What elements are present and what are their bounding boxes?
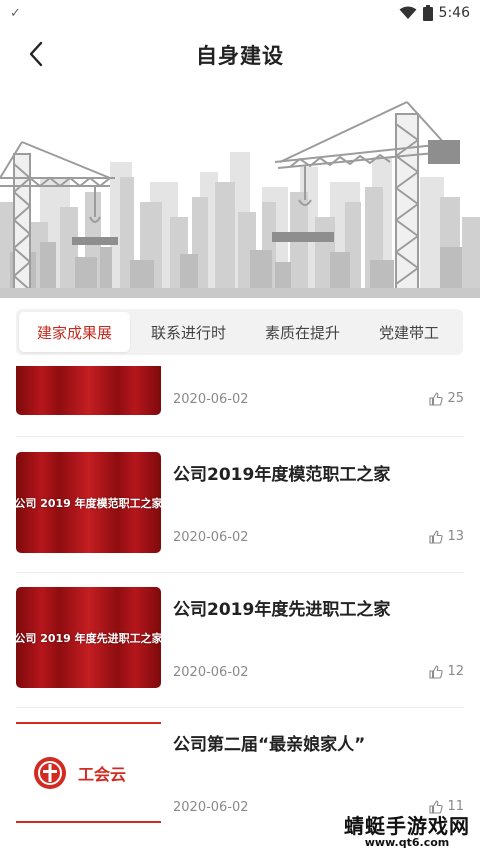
list-item[interactable]: 2020-06-02 25: [16, 366, 464, 417]
construction-skyline-image: [0, 82, 480, 299]
thumbs-up-icon: [429, 664, 444, 679]
list-item[interactable]: 公司 2019 年度模范职工之家 公司2019年度模范职工之家 2020-06-…: [16, 452, 464, 555]
tab-achievements[interactable]: 建家成果展: [19, 312, 131, 352]
article-thumbnail: [16, 366, 161, 415]
like-count[interactable]: 11: [429, 799, 464, 814]
like-count-value: 11: [447, 799, 464, 814]
battery-icon: [422, 5, 433, 21]
article-thumbnail: 公司 2019 年度模范职工之家: [16, 452, 161, 553]
thumbs-up-icon: [429, 529, 444, 544]
banner-illustration: [0, 82, 480, 299]
watermark-title: 蜻蜓手游戏网: [344, 814, 470, 839]
tab-party-building[interactable]: 党建带工: [361, 312, 457, 352]
thumbnail-text: 公司 2019 年度模范职工之家: [16, 496, 161, 510]
check-icon: ✓: [10, 5, 21, 21]
article-date: 2020-06-02: [173, 530, 249, 545]
watermark: 蜻蜓手游戏网 www.qt6.com: [344, 816, 470, 849]
like-count[interactable]: 12: [429, 664, 464, 679]
tab-contact[interactable]: 联系进行时: [133, 312, 244, 352]
article-date: 2020-06-02: [173, 392, 249, 407]
thumbs-up-icon: [429, 799, 444, 814]
list-item[interactable]: 公司 2019 年度先进职工之家 公司2019年度先进职工之家 2020-06-…: [16, 587, 464, 690]
thumbnail-text: 公司 2019 年度先进职工之家: [16, 631, 161, 645]
like-count-value: 12: [447, 664, 464, 679]
wifi-icon: [399, 6, 417, 19]
like-count[interactable]: 25: [429, 391, 464, 406]
category-tabs: 建家成果展 联系进行时 素质在提升 党建带工: [16, 309, 463, 355]
article-date: 2020-06-02: [173, 665, 249, 680]
article-list: 2020-06-02 25 公司 2019 年度模范职工之家 公司2019年度模…: [0, 366, 480, 853]
article-title: 公司2019年度先进职工之家: [173, 600, 391, 620]
thumbnail-text: 工会云: [78, 764, 127, 784]
article-title: 公司2019年度模范职工之家: [173, 465, 391, 485]
article-thumbnail: 工会云: [16, 722, 161, 823]
union-logo-icon: [34, 756, 66, 789]
status-bar: ✓ 5:46: [0, 0, 480, 26]
divider: [16, 572, 464, 573]
like-count-value: 13: [447, 529, 464, 544]
header: 自身建设: [0, 26, 480, 82]
thumbs-up-icon: [429, 391, 444, 406]
like-count[interactable]: 13: [429, 529, 464, 544]
article-thumbnail: 公司 2019 年度先进职工之家: [16, 587, 161, 688]
page-title: 自身建设: [196, 44, 284, 68]
watermark-url: www.qt6.com: [364, 836, 450, 850]
tab-quality[interactable]: 素质在提升: [247, 312, 358, 352]
list-item[interactable]: 工会云 公司第二届“最亲娘家人” 2020-06-02 11: [16, 722, 464, 825]
article-date: 2020-06-02: [173, 800, 249, 815]
article-title: 公司第二届“最亲娘家人”: [173, 735, 366, 755]
status-right: 5:46: [399, 5, 470, 21]
divider: [16, 436, 464, 437]
divider: [16, 707, 464, 708]
status-time: 5:46: [438, 5, 470, 21]
like-count-value: 25: [447, 391, 464, 406]
